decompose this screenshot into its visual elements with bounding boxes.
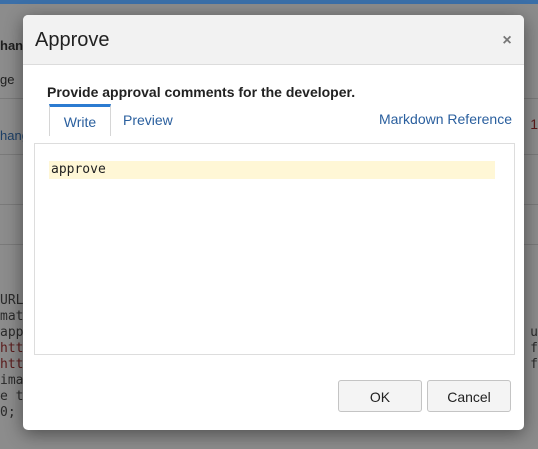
bg-fragment: u: [530, 325, 538, 340]
bg-fragment: 0;: [0, 405, 16, 420]
dialog-title: Approve: [35, 29, 110, 51]
tab-write[interactable]: Write: [49, 104, 111, 136]
approve-dialog: Approve × Provide approval comments for …: [23, 15, 524, 430]
markdown-reference-link[interactable]: Markdown Reference: [379, 107, 512, 137]
ok-button[interactable]: OK: [338, 380, 422, 412]
editor-tabs: Write Preview Markdown Reference: [47, 104, 512, 137]
editor-text-line[interactable]: approve: [49, 161, 495, 179]
bg-fragment: f: [530, 357, 538, 372]
cancel-button[interactable]: Cancel: [427, 380, 511, 412]
bg-fragment: 1: [530, 116, 538, 132]
tab-preview[interactable]: Preview: [123, 107, 193, 137]
dialog-header: Approve ×: [23, 15, 524, 65]
close-icon[interactable]: ×: [499, 33, 515, 49]
approval-prompt: Provide approval comments for the develo…: [47, 84, 356, 100]
bg-fragment: mat: [0, 309, 24, 324]
bg-fragment: ge: [0, 72, 15, 87]
bg-fragment: f: [530, 341, 538, 356]
bg-fragment: e t: [0, 389, 24, 404]
comment-editor[interactable]: approve: [34, 143, 515, 355]
bg-fragment: URL: [0, 293, 24, 308]
